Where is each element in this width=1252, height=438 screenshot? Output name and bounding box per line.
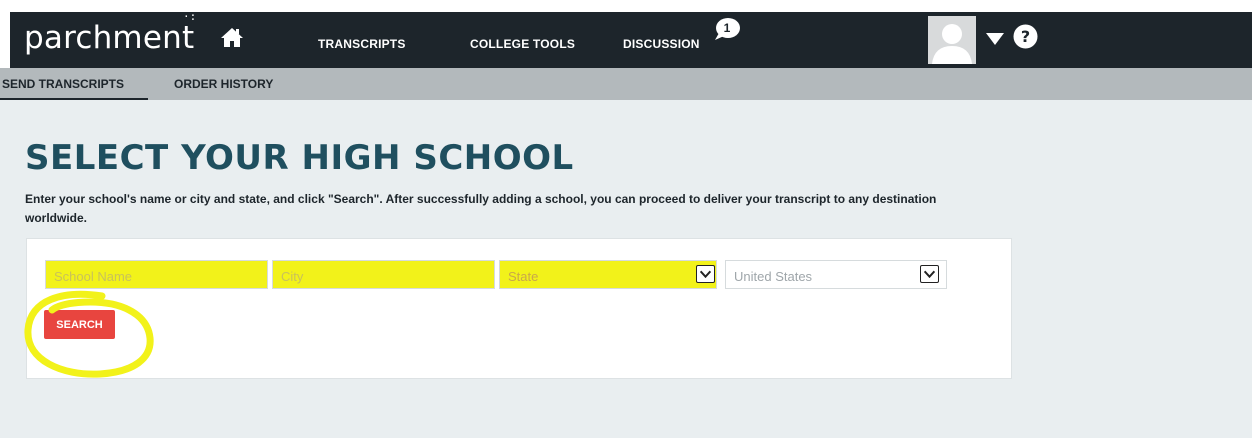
state-selected-value: State xyxy=(508,269,539,284)
chevron-down-icon[interactable] xyxy=(696,265,715,283)
chevron-down-icon[interactable] xyxy=(985,32,1005,46)
city-input[interactable]: City xyxy=(272,260,495,289)
notification-count-badge: 1 xyxy=(723,21,731,35)
nav-discussion[interactable]: DISCUSSION xyxy=(623,37,700,51)
nav-transcripts[interactable]: TRANSCRIPTS xyxy=(318,37,406,51)
city-placeholder: City xyxy=(281,269,304,284)
parchment-logo[interactable]: parchment xyxy=(24,20,194,56)
svg-text:?: ? xyxy=(1021,27,1030,46)
school-name-placeholder: School Name xyxy=(54,269,133,284)
top-navbar: parchment ·: TRANSCRIPTS COLLEGE TOOLS D… xyxy=(10,10,1252,68)
country-select[interactable]: United States xyxy=(725,260,947,289)
help-icon[interactable]: ? xyxy=(1013,24,1038,49)
search-button[interactable]: SEARCH xyxy=(44,310,115,339)
country-selected-value: United States xyxy=(734,269,813,284)
nav-college-tools[interactable]: COLLEGE TOOLS xyxy=(470,37,575,51)
page-title: SELECT YOUR HIGH SCHOOL xyxy=(25,138,574,178)
avatar[interactable] xyxy=(928,16,976,64)
tab-send-transcripts[interactable]: SEND TRANSCRIPTS xyxy=(2,77,124,91)
state-select[interactable]: State xyxy=(499,260,717,289)
logo-dots-decoration: ·: xyxy=(183,10,197,23)
user-silhouette-icon xyxy=(928,16,976,64)
school-name-input[interactable]: School Name xyxy=(45,260,268,289)
main-content: SELECT YOUR HIGH SCHOOL Enter your schoo… xyxy=(0,100,1252,438)
home-icon[interactable] xyxy=(220,26,244,48)
sub-navbar: SEND TRANSCRIPTS ORDER HISTORY xyxy=(0,68,1252,100)
tab-order-history[interactable]: ORDER HISTORY xyxy=(174,77,273,91)
instructions-text: Enter your school's name or city and sta… xyxy=(25,192,937,225)
school-search-card: School Name City State United States SEA… xyxy=(26,238,1012,379)
chevron-down-icon[interactable] xyxy=(920,265,939,283)
